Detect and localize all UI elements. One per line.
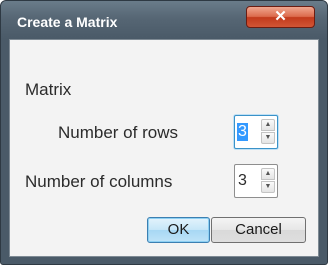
rows-increment-button[interactable]: ▲ bbox=[261, 119, 275, 131]
arrow-up-icon: ▲ bbox=[264, 170, 272, 177]
columns-spin-buttons: ▲ ▼ bbox=[261, 168, 275, 194]
rows-decrement-button[interactable]: ▼ bbox=[261, 132, 275, 144]
columns-label: Number of columns bbox=[25, 172, 173, 191]
dialog-title: Create a Matrix bbox=[17, 14, 118, 30]
rows-stepper[interactable]: 3 ▲ ▼ bbox=[234, 115, 278, 149]
dialog-content: Matrix Number of rows 3 ▲ ▼ Number of co… bbox=[9, 39, 319, 257]
columns-stepper[interactable]: 3 ▲ ▼ bbox=[234, 164, 278, 198]
close-icon: ✕ bbox=[274, 8, 287, 25]
rows-input[interactable]: 3 bbox=[237, 123, 248, 141]
cancel-button[interactable]: Cancel bbox=[211, 217, 306, 243]
columns-decrement-button[interactable]: ▼ bbox=[261, 181, 275, 193]
arrow-up-icon: ▲ bbox=[264, 121, 272, 128]
columns-input[interactable]: 3 bbox=[238, 172, 247, 190]
rows-label: Number of rows bbox=[58, 123, 178, 142]
title-bar[interactable]: Create a Matrix ✕ bbox=[1, 1, 327, 39]
ok-button[interactable]: OK bbox=[147, 217, 210, 243]
cancel-button-label: Cancel bbox=[235, 221, 282, 238]
columns-increment-button[interactable]: ▲ bbox=[261, 168, 275, 180]
arrow-down-icon: ▼ bbox=[264, 134, 272, 141]
rows-spin-buttons: ▲ ▼ bbox=[261, 119, 275, 145]
ok-button-label: OK bbox=[167, 221, 190, 238]
create-matrix-dialog: Create a Matrix ✕ Matrix Number of rows … bbox=[0, 0, 328, 265]
matrix-heading: Matrix bbox=[25, 80, 72, 99]
close-button[interactable]: ✕ bbox=[246, 6, 315, 28]
arrow-down-icon: ▼ bbox=[264, 183, 272, 190]
